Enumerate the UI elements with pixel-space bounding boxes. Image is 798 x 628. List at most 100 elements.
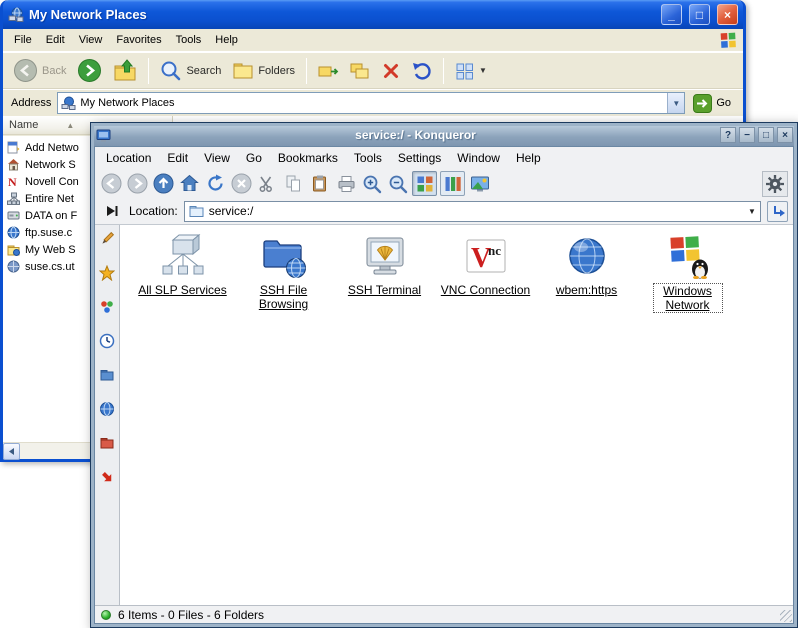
minimize-button[interactable]: _: [661, 4, 682, 25]
go-button[interactable]: Go: [693, 94, 731, 113]
clear-location-button[interactable]: [100, 200, 123, 223]
scroll-left-button[interactable]: [3, 443, 20, 460]
search-button[interactable]: Search: [156, 58, 225, 84]
menu-window[interactable]: Window: [449, 149, 508, 167]
svg-text:N: N: [8, 175, 17, 188]
folders-icon: [232, 60, 254, 82]
delete-button[interactable]: [378, 60, 404, 82]
web-folder-icon: [7, 243, 20, 256]
menu-location[interactable]: Location: [98, 149, 159, 167]
pen-icon[interactable]: [98, 230, 116, 248]
konqueror-toolbar: [95, 169, 793, 198]
up-folder-icon: [113, 59, 137, 83]
menu-favorites[interactable]: Favorites: [109, 31, 168, 49]
go-to-location-button[interactable]: [767, 201, 788, 222]
history-clock-icon[interactable]: [98, 332, 116, 350]
network-places-icon: [8, 7, 24, 23]
dropdown-arrow-icon: ▼: [748, 207, 756, 216]
file-item-vnc-connection[interactable]: Vnc VNC Connection: [435, 232, 536, 297]
address-dropdown-button[interactable]: ▼: [667, 93, 684, 113]
menu-help[interactable]: Help: [508, 149, 549, 167]
ssh-folder-icon: [260, 232, 308, 280]
forward-button[interactable]: [126, 172, 149, 195]
file-item-windows-network[interactable]: Windows Network: [637, 232, 738, 313]
konqueror-titlebar[interactable]: service:/ - Konqueror ? − □ ×: [94, 126, 794, 146]
file-item-label: All SLP Services: [138, 283, 226, 297]
move-to-button[interactable]: [314, 58, 343, 83]
menu-view[interactable]: View: [196, 149, 238, 167]
help-button[interactable]: ?: [720, 127, 736, 143]
undo-button[interactable]: [407, 58, 436, 83]
bookmarks-star-icon[interactable]: [98, 264, 116, 282]
status-led-icon: [101, 610, 111, 620]
resize-grip[interactable]: [780, 610, 792, 622]
search-label: Search: [186, 65, 221, 77]
dropdown-arrow-icon: ▼: [672, 99, 680, 108]
devices-icon[interactable]: [98, 298, 116, 316]
entire-network-icon: [7, 192, 20, 205]
maximize-button[interactable]: □: [689, 4, 710, 25]
file-item-all-slp-services[interactable]: All SLP Services: [132, 232, 233, 297]
close-button[interactable]: ×: [777, 127, 793, 143]
minimize-button[interactable]: −: [739, 127, 755, 143]
menu-settings[interactable]: Settings: [390, 149, 449, 167]
forward-icon: [77, 58, 102, 83]
network-globe-icon[interactable]: [98, 400, 116, 418]
folders-label: Folders: [258, 65, 295, 77]
location-dropdown-button[interactable]: ▼: [744, 202, 760, 221]
menu-go[interactable]: Go: [238, 149, 270, 167]
preview-button[interactable]: [468, 172, 491, 195]
windows-logo-icon: [720, 32, 737, 49]
menu-edit[interactable]: Edit: [159, 149, 196, 167]
status-text: 6 Items - 0 Files - 6 Folders: [118, 608, 264, 622]
back-button[interactable]: [100, 172, 123, 195]
root-folder-icon[interactable]: [98, 434, 116, 452]
folder-view[interactable]: All SLP Services SSH File Browsing SSH T…: [120, 225, 793, 605]
address-input[interactable]: My Network Places ▼: [57, 92, 685, 114]
maximize-button[interactable]: □: [758, 127, 774, 143]
address-label: Address: [11, 97, 51, 109]
menu-help[interactable]: Help: [208, 31, 245, 49]
menu-file[interactable]: File: [7, 31, 39, 49]
xp-window-title: My Network Places: [29, 7, 654, 22]
xp-titlebar[interactable]: My Network Places _ □ ×: [3, 0, 743, 29]
file-item-ssh-file-browsing[interactable]: SSH File Browsing: [233, 232, 334, 311]
print-button[interactable]: [334, 172, 357, 195]
menu-edit[interactable]: Edit: [39, 31, 72, 49]
paste-button[interactable]: [308, 172, 331, 195]
copy-button[interactable]: [282, 172, 305, 195]
zoom-in-button[interactable]: [360, 172, 383, 195]
back-button[interactable]: Back: [9, 56, 70, 85]
icon-view-button[interactable]: [412, 171, 437, 196]
konqueror-menubar: Location Edit View Go Bookmarks Tools Se…: [95, 147, 793, 169]
file-item-ssh-terminal[interactable]: SSH Terminal: [334, 232, 435, 297]
move-to-icon: [318, 60, 339, 81]
file-item-wbem-https[interactable]: wbem:https: [536, 232, 637, 297]
services-arrow-icon[interactable]: [98, 468, 116, 486]
views-button[interactable]: ▼: [451, 59, 491, 83]
home-button[interactable]: [178, 172, 201, 195]
menu-tools[interactable]: Tools: [169, 31, 209, 49]
folders-button[interactable]: Folders: [228, 58, 299, 84]
menu-bookmarks[interactable]: Bookmarks: [270, 149, 346, 167]
stop-button[interactable]: [230, 172, 253, 195]
address-value: My Network Places: [80, 97, 174, 109]
go-label: Go: [716, 97, 731, 109]
location-input[interactable]: service:/ ▼: [184, 201, 761, 222]
home-folder-icon[interactable]: [98, 366, 116, 384]
multicolumn-view-button[interactable]: [440, 171, 465, 196]
back-label: Back: [42, 65, 66, 77]
close-button[interactable]: ×: [717, 4, 738, 25]
name-header-label: Name: [9, 119, 38, 131]
zoom-out-button[interactable]: [386, 172, 409, 195]
cut-button[interactable]: [256, 172, 279, 195]
up-button[interactable]: [109, 57, 141, 85]
menu-view[interactable]: View: [72, 31, 110, 49]
up-button[interactable]: [152, 172, 175, 195]
copy-to-button[interactable]: [346, 58, 375, 83]
menu-tools[interactable]: Tools: [346, 149, 390, 167]
reload-button[interactable]: [204, 172, 227, 195]
terminal-icon: [361, 232, 409, 280]
forward-button[interactable]: [73, 56, 106, 85]
location-label: Location:: [129, 204, 178, 218]
